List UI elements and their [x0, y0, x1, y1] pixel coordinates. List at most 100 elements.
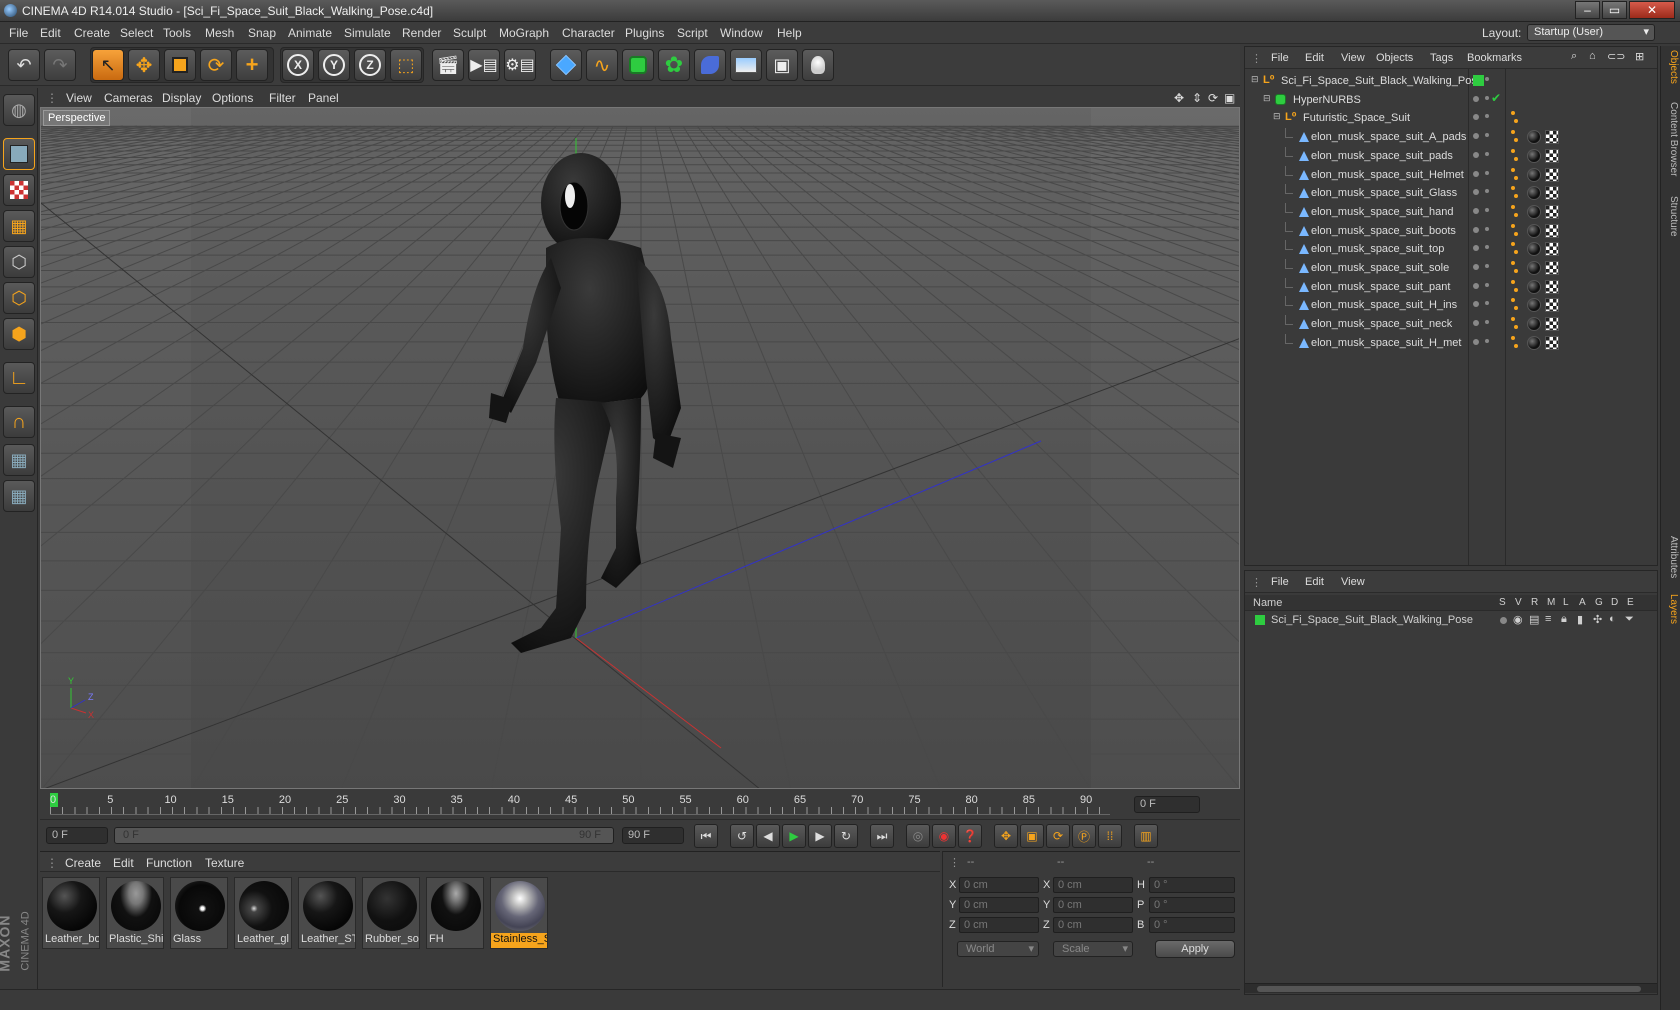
apply-button[interactable]: Apply [1155, 940, 1235, 958]
render-visibility-dot[interactable] [1485, 264, 1489, 268]
array-button[interactable]: ✿ [658, 49, 690, 81]
uvw-tag-icon[interactable] [1545, 204, 1559, 219]
menu-select[interactable]: Select [120, 26, 153, 40]
key-scale-button[interactable]: ▣ [1020, 824, 1044, 848]
phong-tag-icon[interactable] [1511, 298, 1519, 312]
object-row[interactable]: elon_musk_space_suit_A_pads [1245, 128, 1659, 147]
layer-col-e[interactable]: E [1627, 597, 1634, 608]
frame-range-slider[interactable]: 0 F 90 F [114, 827, 614, 844]
timeline-ruler[interactable]: 0 5 10 15 20 25 30 35 40 45 50 55 60 65 70 75 80 85 90 0 F [40, 791, 1240, 819]
editor-visibility-dot[interactable] [1473, 151, 1479, 158]
viewport-move-icon[interactable]: ✥ [1174, 91, 1184, 105]
menu-edit[interactable]: Edit [40, 26, 61, 40]
menu-mesh[interactable]: Mesh [205, 26, 234, 40]
go-to-end-button[interactable]: ⏭ [870, 824, 894, 848]
menu-tools[interactable]: Tools [163, 26, 191, 40]
expand-toggle-icon[interactable]: ⊟ [1273, 111, 1281, 122]
scrollbar-thumb[interactable] [1257, 986, 1641, 992]
undo-button[interactable]: ↶ [8, 49, 40, 81]
current-frame-field[interactable]: 0 F [1134, 796, 1200, 813]
viewport-maximize-icon[interactable]: ▣ [1224, 91, 1235, 105]
tab-layers[interactable]: Layers [1663, 594, 1679, 624]
position-x-field[interactable]: 0 cm [959, 877, 1039, 893]
material-tag-icon[interactable] [1527, 317, 1541, 332]
editor-visibility-dot[interactable] [1473, 226, 1479, 233]
render-view-button[interactable]: 🎬︎ [432, 49, 464, 81]
autokey-button[interactable]: ◉ [932, 824, 956, 848]
material-tag-icon[interactable] [1527, 261, 1541, 275]
key-pla-button[interactable]: ⁞⁞ [1098, 824, 1122, 848]
material-tag-icon[interactable] [1527, 242, 1541, 257]
manager-icon[interactable]: ≡ [1545, 613, 1551, 625]
home-icon[interactable]: ⌂ [1589, 50, 1596, 62]
x-axis-button[interactable]: X [282, 49, 314, 81]
make-editable-button[interactable]: ◍ [3, 94, 35, 126]
render-visibility-dot[interactable] [1485, 77, 1489, 81]
object-row[interactable]: ⊟ HyperNURBS ✔ [1245, 91, 1659, 110]
spline-button[interactable]: ∿ [586, 49, 618, 81]
objects-menu-objects[interactable]: Objects [1376, 52, 1413, 64]
object-row[interactable]: elon_musk_space_suit_pads [1245, 146, 1659, 166]
viewport-menu-display[interactable]: Display [162, 91, 201, 105]
play-button[interactable]: ▶ [782, 824, 806, 848]
material-swatch-selected[interactable]: Stainless_S [490, 877, 548, 949]
scene-button[interactable] [730, 49, 762, 81]
material-tag-icon[interactable] [1527, 223, 1541, 238]
points-mode-button[interactable]: ⬡ [3, 246, 35, 278]
object-row[interactable]: elon_musk_space_suit_pant [1245, 277, 1659, 297]
material-tag-icon[interactable] [1527, 279, 1541, 294]
polygons-mode-button[interactable]: ⬢ [3, 318, 35, 350]
viewport-menu-view[interactable]: View [66, 91, 92, 105]
material-tag-icon[interactable] [1527, 130, 1541, 145]
render-visibility-dot[interactable] [1485, 114, 1489, 119]
tab-structure[interactable]: Structure [1663, 196, 1679, 237]
material-menu-texture[interactable]: Texture [205, 856, 244, 870]
menu-simulate[interactable]: Simulate [344, 26, 391, 40]
viewport-rotate-icon[interactable]: ⟳ [1208, 91, 1218, 105]
editor-visibility-dot[interactable] [1473, 95, 1479, 102]
layer-solo-toggle[interactable] [1500, 617, 1507, 624]
position-z-field[interactable]: 0 cm [959, 917, 1039, 933]
cube-button[interactable] [550, 49, 582, 81]
move-button[interactable]: ✥ [128, 49, 160, 81]
material-tag-icon[interactable] [1527, 204, 1541, 219]
end-frame-field[interactable]: 90 F [622, 827, 684, 844]
new-window-icon[interactable]: ⊞ [1635, 50, 1644, 63]
phong-tag-icon[interactable] [1511, 111, 1519, 125]
material-swatch[interactable]: FH [426, 877, 484, 949]
next-frame-button[interactable]: ▶ [808, 824, 832, 848]
phong-tag-icon[interactable] [1511, 130, 1519, 144]
nurbs-button[interactable] [622, 49, 654, 81]
keyframe-selection-button[interactable]: ❓ [958, 824, 982, 848]
render-visibility-dot[interactable] [1485, 301, 1489, 306]
light-button[interactable] [802, 49, 834, 81]
material-tag-icon[interactable] [1527, 167, 1541, 182]
menu-mograph[interactable]: MoGraph [499, 26, 549, 40]
render-visibility-dot[interactable] [1485, 226, 1489, 231]
editor-visibility-dot[interactable] [1473, 320, 1479, 327]
layers-menu-view[interactable]: View [1341, 576, 1365, 588]
menu-script[interactable]: Script [677, 26, 708, 40]
objects-menu-file[interactable]: File [1271, 52, 1289, 64]
phong-tag-icon[interactable] [1511, 167, 1519, 182]
rotation-b-field[interactable]: 0 ° [1149, 917, 1235, 933]
minimize-button[interactable]: ‒ [1575, 1, 1600, 19]
render-visibility-dot[interactable] [1485, 338, 1489, 343]
object-row[interactable]: elon_musk_space_suit_top [1245, 240, 1659, 259]
layer-scrollbar[interactable] [1245, 983, 1657, 993]
rotation-h-field[interactable]: 0 ° [1149, 877, 1235, 893]
object-row[interactable]: ⊟ L⁰ Futuristic_Space_Suit [1245, 109, 1659, 128]
phong-tag-icon[interactable] [1511, 261, 1519, 275]
menu-sculpt[interactable]: Sculpt [453, 26, 486, 40]
menu-help[interactable]: Help [777, 26, 802, 40]
locked-workplane-button[interactable]: ▦ [3, 444, 35, 476]
maximize-button[interactable]: ▭ [1602, 1, 1627, 19]
uvw-tag-icon[interactable] [1545, 261, 1559, 275]
close-button[interactable]: ✕ [1629, 1, 1675, 19]
object-row[interactable]: elon_musk_space_suit_H_met [1245, 333, 1659, 353]
uvw-tag-icon[interactable] [1545, 186, 1559, 201]
viewport-menu-panel[interactable]: Panel [308, 91, 339, 105]
objects-menu-view[interactable]: View [1341, 52, 1365, 64]
uvw-tag-icon[interactable] [1545, 298, 1559, 313]
layer-color-swatch[interactable] [1255, 615, 1265, 625]
